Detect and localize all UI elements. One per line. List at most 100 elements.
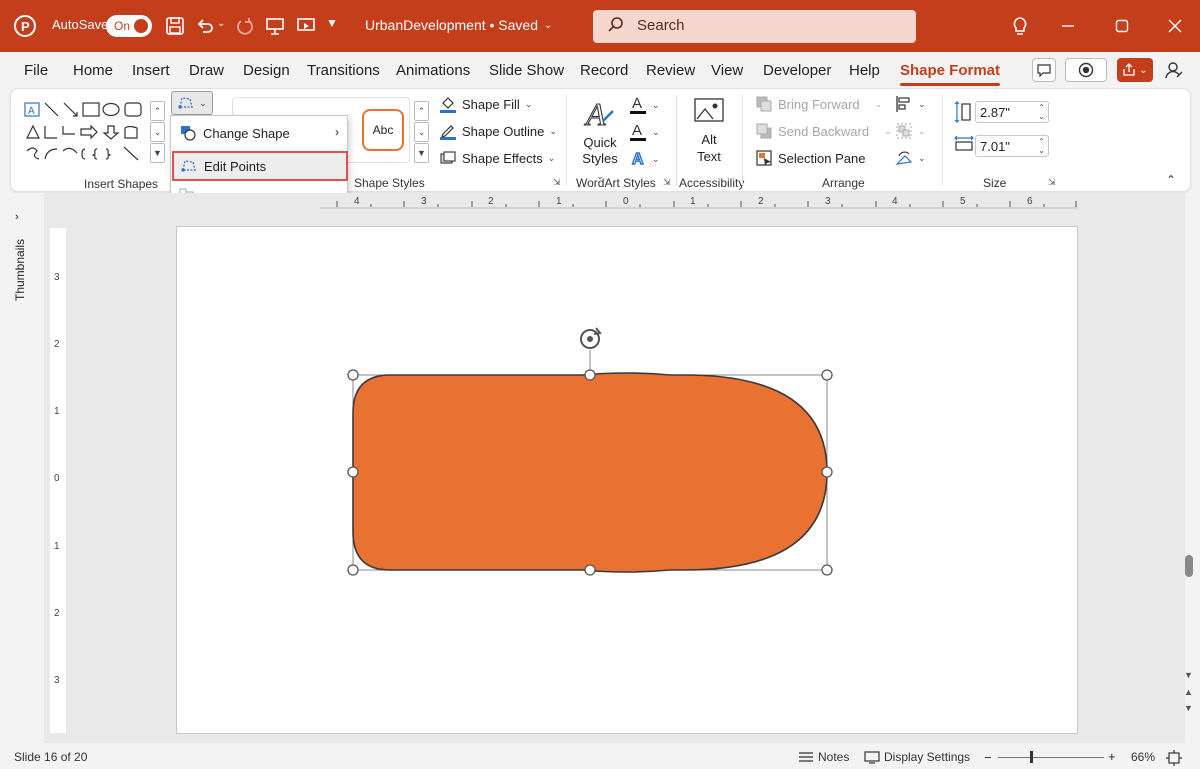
shape-style-preview[interactable]: Abc xyxy=(362,109,404,151)
tab-insert[interactable]: Insert xyxy=(132,62,170,79)
tab-review[interactable]: Review xyxy=(646,62,695,79)
quick-styles-button[interactable]: A Quick Styles ⌄ xyxy=(577,95,623,184)
edit-shape-button[interactable]: ⌄ xyxy=(171,91,213,115)
gallery-expand[interactable]: ▼ xyxy=(150,143,165,163)
scroll-down-icon[interactable]: ▼ xyxy=(1184,670,1193,680)
present-icon[interactable] xyxy=(295,15,317,37)
present-from-beginning-icon[interactable] xyxy=(264,15,286,37)
zoom-out-icon[interactable]: − xyxy=(984,750,992,765)
tab-view[interactable]: View xyxy=(711,62,743,79)
bring-forward-button[interactable]: Bring Forward ⌄ xyxy=(755,95,882,113)
zoom-level[interactable]: 66% xyxy=(1131,750,1155,764)
ruler-label: 3 xyxy=(825,196,831,207)
text-fill-button[interactable]: A ⌄ xyxy=(629,95,660,115)
chevron-down-icon: ⌄ xyxy=(918,98,926,109)
tab-design[interactable]: Design xyxy=(243,62,290,79)
tab-shape-format[interactable]: Shape Format xyxy=(900,62,1001,86)
chevron-down-icon: ⌄ xyxy=(549,125,557,136)
ruler-label: 0 xyxy=(623,196,629,207)
notes-button[interactable]: Notes xyxy=(798,750,849,764)
rotate-button[interactable]: ⌄ xyxy=(895,149,926,167)
autosave-toggle[interactable]: On xyxy=(106,15,152,37)
share-button[interactable]: ⌄ xyxy=(1117,58,1153,82)
chevron-down-icon: ⌄ xyxy=(544,19,553,31)
text-outline-button[interactable]: A ⌄ xyxy=(629,122,660,142)
redo-icon[interactable] xyxy=(234,15,256,37)
display-settings-button[interactable]: Display Settings xyxy=(864,750,970,764)
comments-icon[interactable] xyxy=(1032,58,1056,82)
zoom-slider-thumb[interactable] xyxy=(1030,751,1033,763)
tab-home[interactable]: Home xyxy=(73,62,113,79)
tab-file[interactable]: File xyxy=(24,62,48,79)
zoom-in-icon[interactable]: + xyxy=(1108,749,1116,764)
rotate-handle-icon[interactable] xyxy=(580,327,602,349)
vertical-scrollbar[interactable]: ▼ ▲ ▼ xyxy=(1183,193,1197,743)
next-slide-icon[interactable]: ▼ xyxy=(1184,703,1193,713)
record-button[interactable] xyxy=(1065,58,1107,82)
document-title[interactable]: UrbanDevelopment • Saved ⌄ xyxy=(365,17,552,33)
tab-help[interactable]: Help xyxy=(849,62,880,79)
align-button[interactable]: ⌄ xyxy=(895,95,926,113)
lightbulb-icon[interactable] xyxy=(1009,15,1031,37)
alt-text-label: Alt xyxy=(701,132,717,147)
gallery-scroll-up[interactable]: ⌃ xyxy=(150,101,165,121)
alt-text-button[interactable]: Alt Text xyxy=(689,97,729,165)
tab-record[interactable]: Record xyxy=(580,62,628,79)
send-backward-label: Send Backward xyxy=(778,123,870,139)
tab-slide-show[interactable]: Slide Show xyxy=(489,62,564,79)
tab-animations[interactable]: Animations xyxy=(396,62,470,79)
shape-fill-button[interactable]: Shape Fill ⌄ xyxy=(439,95,532,113)
collapse-ribbon-icon[interactable]: ⌃ xyxy=(1166,173,1176,187)
gallery-scroll-down[interactable]: ⌄ xyxy=(150,122,165,142)
minimize-icon[interactable] xyxy=(1057,15,1079,37)
shapes-gallery[interactable]: A xyxy=(23,99,158,165)
dialog-launcher-icon[interactable]: ⇲ xyxy=(1048,177,1056,188)
group-label-insert-shapes: Insert Shapes xyxy=(84,177,159,191)
text-effects-button[interactable]: A ⌄ xyxy=(629,149,659,169)
maximize-icon[interactable] xyxy=(1111,15,1133,37)
tab-developer[interactable]: Developer xyxy=(763,62,831,79)
previous-slide-icon[interactable]: ▲ xyxy=(1184,687,1193,697)
scrollbar-thumb[interactable] xyxy=(1185,555,1193,577)
undo-dropdown-icon[interactable]: ⌄ xyxy=(217,18,225,29)
shape-outline-label: Shape Outline xyxy=(462,123,545,139)
undo-icon[interactable] xyxy=(194,15,216,37)
fit-slide-icon[interactable] xyxy=(1166,750,1182,766)
coauthor-icon[interactable] xyxy=(1163,59,1185,81)
shape-effects-button[interactable]: Shape Effects ⌄ xyxy=(439,149,555,167)
close-icon[interactable] xyxy=(1164,15,1186,37)
styles-scroll-up[interactable]: ⌃ xyxy=(414,101,429,121)
ruler-label: 1 xyxy=(54,541,60,552)
pen-outline-icon xyxy=(440,125,456,140)
ruler-label: 3 xyxy=(54,675,60,686)
styles-expand[interactable]: ▼ xyxy=(414,143,429,163)
search-box[interactable]: Search xyxy=(593,10,916,43)
thumbnails-label[interactable]: Thumbnails xyxy=(13,239,27,301)
expand-thumbnails-icon[interactable]: › xyxy=(15,211,19,223)
menu-item-change-shape[interactable]: Change Shape › xyxy=(173,118,345,148)
send-backward-button[interactable]: Send Backward ⌄ xyxy=(755,122,892,140)
shape-outline-button[interactable]: Shape Outline ⌄ xyxy=(439,122,557,140)
ruler-label: 2 xyxy=(54,608,60,619)
orange-shape[interactable] xyxy=(352,372,828,573)
tab-transitions[interactable]: Transitions xyxy=(307,62,380,79)
width-spinner[interactable]: ⌃ ⌄ xyxy=(1038,137,1045,155)
shape-width-input[interactable]: 7.01" ⌃ ⌄ xyxy=(975,135,1049,157)
customize-toolbar-icon[interactable]: ▼ xyxy=(326,16,338,30)
zoom-slider[interactable] xyxy=(998,757,1104,758)
svg-text:A: A xyxy=(28,106,35,117)
menu-item-edit-points[interactable]: Edit Points xyxy=(172,151,348,181)
selection-pane-button[interactable]: Selection Pane xyxy=(755,149,865,167)
group-objects-button[interactable]: ⌄ xyxy=(895,122,926,140)
height-spinner[interactable]: ⌃ ⌄ xyxy=(1038,103,1045,121)
styles-scroll-down[interactable]: ⌄ xyxy=(414,122,429,142)
chevron-right-icon: › xyxy=(335,125,339,139)
save-icon[interactable] xyxy=(164,15,186,37)
selected-shape[interactable] xyxy=(340,322,840,582)
rotate-icon xyxy=(895,151,913,165)
dialog-launcher-icon[interactable]: ⇲ xyxy=(663,177,671,188)
tab-draw[interactable]: Draw xyxy=(189,62,224,79)
shape-height-input[interactable]: 2.87" ⌃ ⌄ xyxy=(975,101,1049,123)
dialog-launcher-icon[interactable]: ⇲ xyxy=(553,177,561,188)
svg-text:A: A xyxy=(632,95,642,112)
